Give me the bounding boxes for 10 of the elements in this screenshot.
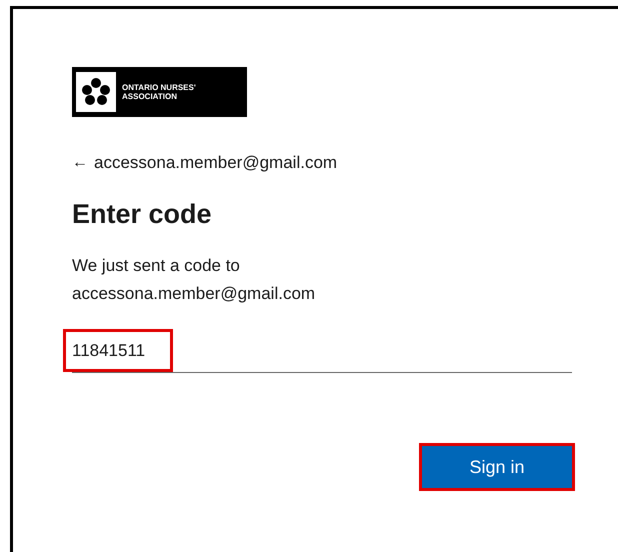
description-email: accessona.member@gmail.com — [72, 283, 316, 305]
sign-in-button[interactable]: Sign in — [422, 446, 572, 488]
logo-text: ONTARIO NURSES' ASSOCIATION — [122, 83, 197, 101]
code-field[interactable]: 11841511 — [72, 330, 572, 373]
description-text: We just sent a code to — [72, 255, 241, 277]
code-value: 11841511 — [72, 340, 146, 362]
flower-icon — [76, 72, 116, 112]
back-arrow[interactable]: ← — [72, 150, 88, 175]
account-email: accessona.member@gmail.com — [94, 152, 338, 174]
page-heading: Enter code — [72, 198, 213, 230]
